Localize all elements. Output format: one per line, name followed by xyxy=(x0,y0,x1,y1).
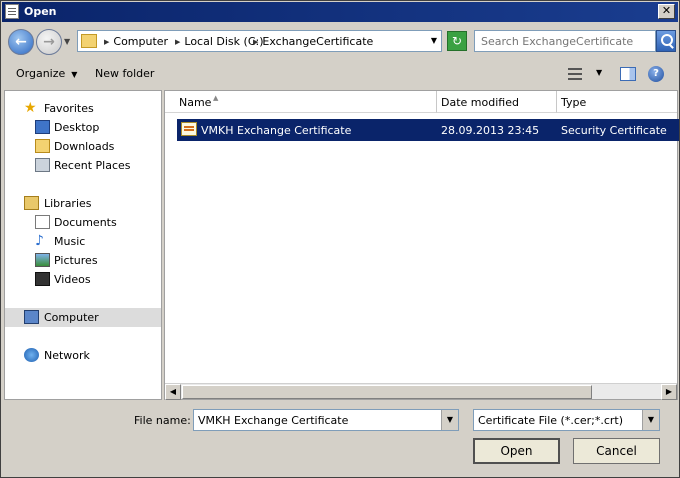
file-name: VMKH Exchange Certificate xyxy=(201,124,352,137)
title-bar: Open ✕ xyxy=(2,2,678,22)
refresh-icon: ↻ xyxy=(451,34,463,48)
chevron-right-icon: ▶ xyxy=(253,38,259,46)
computer-icon xyxy=(24,310,39,324)
back-button[interactable]: ← xyxy=(8,29,34,55)
documents-icon xyxy=(35,215,50,229)
column-header-name[interactable]: Name ▲ xyxy=(165,91,437,113)
address-bar[interactable]: ▶ Computer ▶ Local Disk (C:) ▶ ExchangeCert… xyxy=(77,30,442,52)
file-date-modified: 28.09.2013 23:45 xyxy=(441,124,540,137)
sort-ascending-icon: ▲ xyxy=(213,94,219,102)
forward-button[interactable]: → xyxy=(36,29,62,55)
navigation-pane: ★ Favorites Desktop Downloads Recent Pla… xyxy=(4,90,162,400)
column-header-date-modified[interactable]: Date modified xyxy=(437,91,557,113)
recent-pages-dropdown[interactable]: ▼ xyxy=(64,37,70,46)
libraries-icon xyxy=(24,196,39,210)
file-row[interactable]: VMKH Exchange Certificate 28.09.2013 23:… xyxy=(177,119,679,141)
star-icon: ★ xyxy=(24,100,37,116)
nav-music[interactable]: ♪ Music xyxy=(5,232,161,251)
search-input[interactable] xyxy=(474,30,656,52)
file-type-filter[interactable]: Certificate File (*.cer;*.crt) ▼ xyxy=(473,409,660,431)
horizontal-scrollbar[interactable]: ◀ ▶ xyxy=(165,383,677,400)
preview-pane-icon[interactable] xyxy=(620,67,636,81)
command-bar: Organize ▼ New folder ▼ ? xyxy=(2,59,678,89)
scroll-thumb[interactable] xyxy=(182,385,592,399)
column-header-type[interactable]: Type xyxy=(557,91,677,113)
desktop-icon xyxy=(35,120,50,134)
nav-downloads[interactable]: Downloads xyxy=(5,137,161,156)
close-button[interactable]: ✕ xyxy=(658,4,675,19)
recent-places-icon xyxy=(35,158,50,172)
nav-desktop[interactable]: Desktop xyxy=(5,118,161,137)
videos-icon xyxy=(35,272,50,286)
chevron-right-icon: ▶ xyxy=(104,38,110,46)
scroll-left-icon[interactable]: ◀ xyxy=(165,384,181,400)
help-icon[interactable]: ? xyxy=(648,66,664,82)
new-folder-button[interactable]: New folder xyxy=(95,67,154,80)
chevron-down-icon[interactable]: ▼ xyxy=(441,410,458,430)
open-button[interactable]: Open xyxy=(473,438,560,464)
nav-videos[interactable]: Videos xyxy=(5,270,161,289)
chevron-right-icon: ▶ xyxy=(175,38,181,46)
nav-favorites[interactable]: ★ Favorites xyxy=(5,99,161,118)
nav-computer[interactable]: Computer xyxy=(5,308,161,327)
nav-network[interactable]: Network xyxy=(5,346,161,365)
folder-icon xyxy=(81,34,97,48)
scroll-right-icon[interactable]: ▶ xyxy=(661,384,677,400)
network-icon xyxy=(24,348,39,362)
certificate-icon xyxy=(181,122,197,136)
chevron-down-icon: ▼ xyxy=(71,70,78,79)
cancel-button[interactable]: Cancel xyxy=(573,438,660,464)
pictures-icon xyxy=(35,253,50,267)
view-dropdown-icon[interactable]: ▼ xyxy=(596,68,602,77)
nav-documents[interactable]: Documents xyxy=(5,213,161,232)
chevron-down-icon[interactable]: ▼ xyxy=(642,410,659,430)
arrow-left-icon: ← xyxy=(15,34,27,50)
file-type: Security Certificate xyxy=(561,124,667,137)
nav-recent-places[interactable]: Recent Places xyxy=(5,156,161,175)
music-icon: ♪ xyxy=(35,233,44,249)
file-list: Name ▲ Date modified Type VMKH Exchange … xyxy=(164,90,679,400)
search-icon[interactable] xyxy=(656,30,676,52)
window-title: Open xyxy=(24,5,57,18)
file-name-field[interactable]: VMKH Exchange Certificate ▼ xyxy=(193,409,459,431)
nav-libraries[interactable]: Libraries xyxy=(5,194,161,213)
document-icon xyxy=(5,4,19,19)
view-options-icon[interactable] xyxy=(568,68,582,80)
file-name-label: File name: xyxy=(134,414,191,427)
breadcrumb-exchange-certificate[interactable]: ▶ ExchangeCertificate xyxy=(253,35,373,48)
arrow-right-icon: → xyxy=(43,34,55,50)
breadcrumb-computer[interactable]: ▶ Computer xyxy=(104,35,168,48)
refresh-button[interactable]: ↻ xyxy=(447,31,467,51)
downloads-icon xyxy=(35,139,50,153)
open-dialog: Open ✕ ← → ▼ ▶ Computer ▶ Local Disk (C:) … xyxy=(0,0,680,478)
nav-pictures[interactable]: Pictures xyxy=(5,251,161,270)
organize-menu[interactable]: Organize ▼ xyxy=(16,67,77,80)
breadcrumb-local-disk[interactable]: ▶ Local Disk (C:) xyxy=(175,35,264,48)
address-row: ← → ▼ ▶ Computer ▶ Local Disk (C:) ▶ Exchan… xyxy=(2,23,678,59)
address-dropdown-icon[interactable]: ▼ xyxy=(431,36,437,45)
